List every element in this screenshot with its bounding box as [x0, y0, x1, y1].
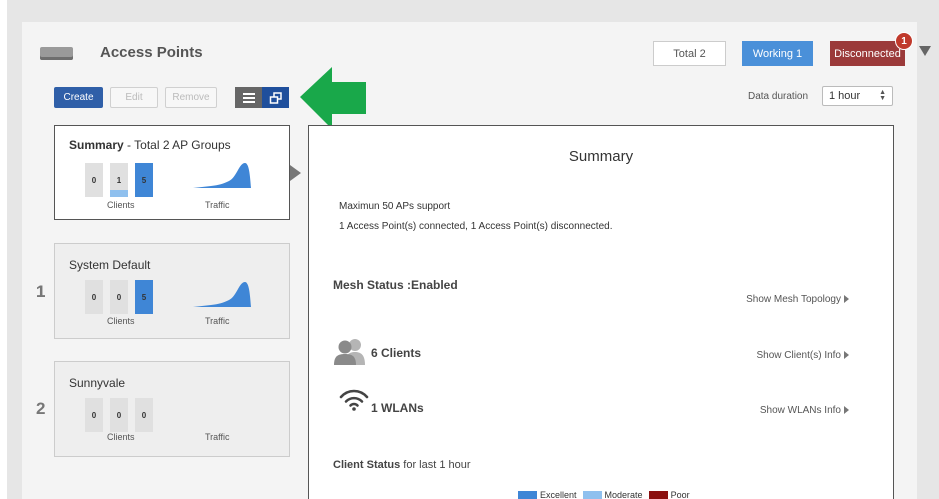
show-clients-info-link[interactable]: Show Client(s) Info — [757, 350, 849, 361]
group-number: 2 — [36, 399, 46, 418]
remove-button[interactable]: Remove — [165, 87, 217, 108]
connection-status-text: 1 Access Point(s) connected, 1 Access Po… — [339, 221, 613, 232]
group-number: 1 — [36, 282, 46, 301]
card-title: Summary - Total 2 AP Groups — [69, 138, 231, 152]
total-filter-button[interactable]: Total 2 — [653, 41, 726, 66]
chevron-right-icon — [844, 406, 849, 415]
traffic-sparkline — [193, 163, 251, 188]
edit-button[interactable]: Edit — [110, 87, 158, 108]
summary-detail-panel: Summary Maximun 50 APs support 1 Access … — [308, 125, 894, 499]
tile-view-button[interactable] — [262, 87, 289, 108]
traffic-label: Traffic — [205, 432, 230, 442]
clients-icon — [334, 339, 365, 365]
legend-swatch — [582, 491, 602, 499]
chevron-right-icon — [844, 295, 849, 304]
collapse-caret-icon[interactable] — [919, 46, 931, 56]
ap-group-card-system-default[interactable]: System Default 0 0 5 Clients Traffic — [54, 243, 290, 339]
summary-title: Summary — [568, 148, 634, 165]
summary-card[interactable]: Summary - Total 2 AP Groups 0 1 5 Client… — [54, 125, 290, 220]
working-filter-button[interactable]: Working 1 — [742, 41, 813, 66]
legend-item-excellent: Excellent — [518, 490, 577, 499]
select-arrows-icon: ▲ ▼ — [879, 89, 886, 102]
data-duration-label: Data duration — [748, 91, 809, 102]
access-point-icon — [40, 47, 73, 60]
alert-count-badge: 1 — [895, 32, 913, 50]
client-box-excellent: 0 — [85, 163, 103, 197]
list-icon — [242, 92, 255, 103]
data-duration-select[interactable]: 1 hour ▲ ▼ — [822, 86, 893, 106]
client-status-heading: Client Status for last 1 hour — [333, 459, 471, 471]
max-ap-text: Maximun 50 APs support — [339, 201, 451, 212]
disconnected-filter-button[interactable]: Disconnected — [830, 41, 905, 66]
wifi-icon — [339, 389, 369, 411]
client-box-total: 0 — [135, 398, 153, 432]
client-box-excellent: 0 — [85, 280, 103, 314]
traffic-label: Traffic — [205, 316, 230, 326]
mesh-status-heading: Mesh Status :Enabled — [333, 278, 458, 292]
clients-label: Clients — [107, 200, 135, 210]
legend-item-moderate: Moderate — [582, 490, 643, 499]
traffic-label: Traffic — [205, 200, 230, 210]
wlans-count: 1 WLANs — [371, 401, 424, 415]
client-box-moderate: 0 — [110, 280, 128, 314]
chevron-right-icon — [844, 351, 849, 360]
show-mesh-topology-link[interactable]: Show Mesh Topology — [746, 294, 849, 305]
selected-pointer-icon — [290, 165, 301, 181]
client-box-excellent: 0 — [85, 398, 103, 432]
legend-swatch — [648, 491, 668, 499]
show-wlans-info-link[interactable]: Show WLANs Info — [760, 405, 849, 416]
client-box-moderate: 0 — [110, 398, 128, 432]
client-box-total: 5 — [135, 280, 153, 314]
create-button[interactable]: Create — [54, 87, 103, 108]
legend-item-poor: Poor — [648, 490, 690, 499]
tile-view-icon — [269, 91, 282, 104]
client-status-legend: Excellent Moderate Poor — [518, 490, 696, 499]
annotation-arrow-icon — [300, 67, 366, 129]
clients-count: 6 Clients — [371, 346, 422, 360]
card-title: Sunnyvale — [69, 376, 126, 390]
list-view-button[interactable] — [235, 87, 262, 108]
client-box-total: 5 — [135, 163, 153, 197]
clients-label: Clients — [107, 432, 135, 442]
data-duration-value: 1 hour — [829, 90, 861, 102]
page-title: Access Points — [100, 44, 203, 61]
clients-label: Clients — [107, 316, 135, 326]
card-title: System Default — [69, 258, 151, 272]
traffic-sparkline — [193, 282, 251, 307]
ap-group-card-sunnyvale[interactable]: Sunnyvale 0 0 0 Clients Traffic — [54, 361, 290, 457]
legend-swatch — [518, 491, 537, 499]
client-box-moderate: 1 — [110, 163, 128, 197]
